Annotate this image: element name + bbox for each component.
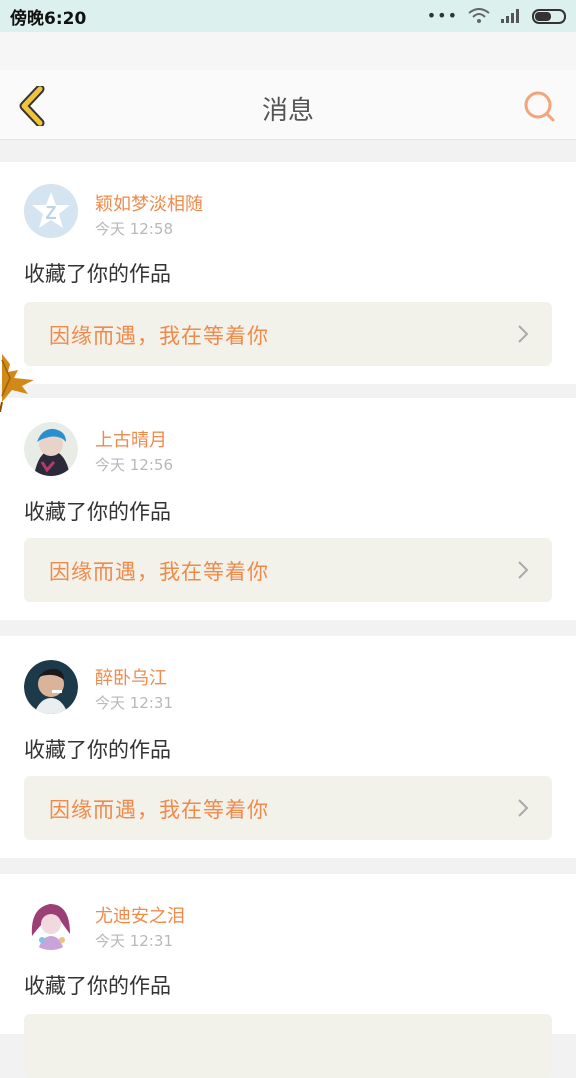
action-text: 收藏了你的作品	[24, 262, 171, 286]
action-text: 收藏了你的作品	[24, 974, 171, 998]
app-bar: 消息	[0, 70, 576, 140]
header-spacer	[0, 32, 576, 70]
timestamp: 今天 12:56	[95, 456, 173, 474]
message-card: 尤迪安之泪 今天 12:31 收藏了你的作品	[0, 874, 576, 1078]
more-dots-icon: •••	[426, 6, 458, 25]
work-title: 因缘而遇，我在等着你	[49, 798, 269, 822]
work-title: 因缘而遇，我在等着你	[49, 324, 269, 348]
signal-icon	[501, 9, 519, 23]
timestamp: 今天 12:58	[95, 220, 173, 238]
user-photo-avatar	[24, 896, 78, 950]
status-icons: •••	[427, 8, 566, 24]
user-photo-avatar	[24, 422, 78, 476]
status-time: 傍晚6:20	[10, 8, 87, 29]
status-bar: 傍晚6:20 •••	[0, 0, 576, 32]
battery-icon	[532, 8, 566, 24]
search-button[interactable]	[520, 87, 558, 125]
wifi-icon	[468, 8, 490, 23]
chevron-right-icon	[518, 561, 529, 579]
chevron-right-icon	[518, 799, 529, 817]
username[interactable]: 上古晴月	[95, 426, 167, 452]
username[interactable]: 颖如梦淡相随	[95, 190, 203, 216]
message-card: 醉卧乌江 今天 12:31 收藏了你的作品 因缘而遇，我在等着你	[0, 636, 576, 858]
message-card: 上古晴月 今天 12:56 收藏了你的作品 因缘而遇，我在等着你	[0, 398, 576, 620]
search-icon	[524, 91, 555, 122]
action-text: 收藏了你的作品	[24, 500, 171, 524]
username[interactable]: 尤迪安之泪	[95, 902, 185, 928]
username[interactable]: 醉卧乌江	[95, 664, 167, 690]
page-title: 消息	[261, 96, 314, 126]
work-title: 因缘而遇，我在等着你	[49, 560, 269, 584]
chevron-right-icon	[518, 325, 529, 343]
avatar[interactable]	[24, 660, 78, 714]
qq-default-avatar-icon: Z	[24, 184, 78, 238]
message-card: Z 颖如梦淡相随 今天 12:58 收藏了你的作品 因缘而遇，我在等着你	[0, 162, 576, 384]
avatar[interactable]: Z	[24, 184, 78, 238]
user-photo-avatar	[24, 660, 78, 714]
avatar[interactable]	[24, 896, 78, 950]
work-link[interactable]: 因缘而遇，我在等着你	[24, 538, 552, 602]
timestamp: 今天 12:31	[95, 932, 173, 950]
work-link[interactable]: 因缘而遇，我在等着你	[24, 776, 552, 840]
work-link[interactable]: 因缘而遇，我在等着你	[24, 302, 552, 366]
timestamp: 今天 12:31	[95, 694, 173, 712]
maple-leaf-icon	[0, 354, 34, 412]
action-text: 收藏了你的作品	[24, 738, 171, 762]
svg-text:Z: Z	[46, 203, 57, 223]
avatar[interactable]	[24, 422, 78, 476]
